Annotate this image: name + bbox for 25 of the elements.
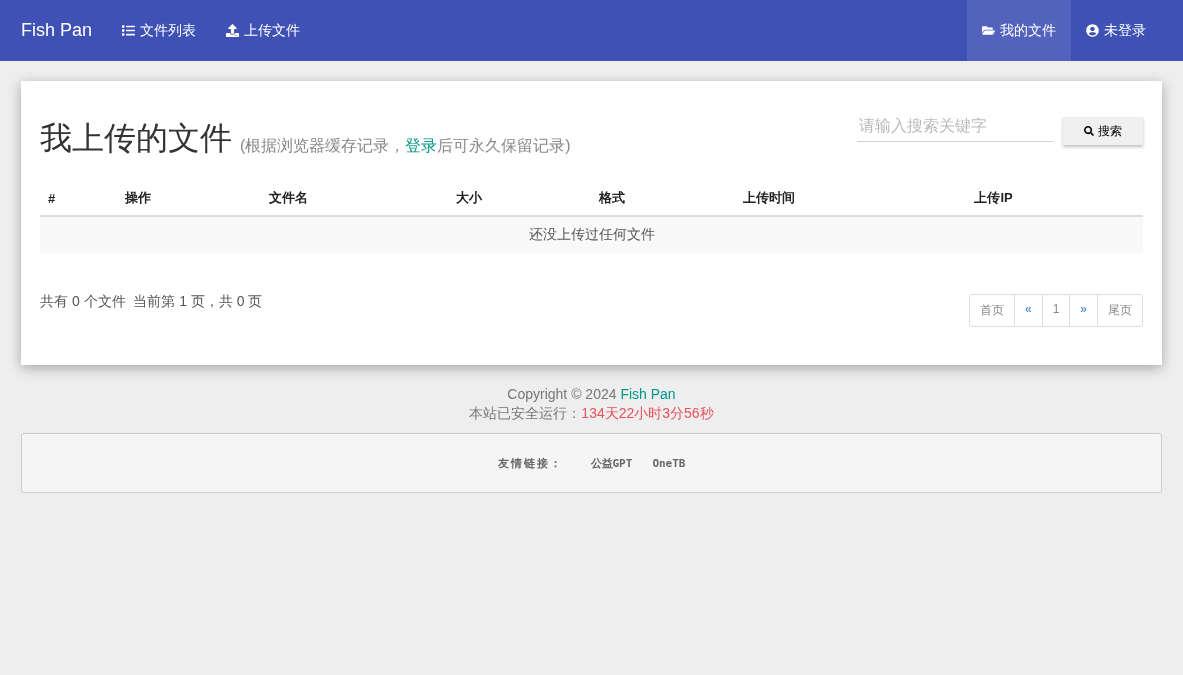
site-link[interactable]: Fish Pan <box>620 386 676 402</box>
search-icon <box>1084 126 1094 136</box>
search-field[interactable]: 请输入搜索关键字 <box>857 117 1053 142</box>
uptime-text: 本站已安全运行：134天22小时3分56秒 <box>469 405 714 423</box>
brand-link[interactable]: Fish Pan <box>21 0 93 61</box>
empty-message: 还没上传过任何文件 <box>40 216 1143 253</box>
nav-item[interactable]: 文件列表 <box>107 0 212 61</box>
nav-item[interactable]: 未登录 <box>1071 0 1161 61</box>
friend-link[interactable]: 公益GPT <box>590 455 633 471</box>
list-icon <box>122 24 136 37</box>
nav-item[interactable]: 我的文件 <box>967 0 1071 61</box>
nav-item[interactable]: 上传文件 <box>211 0 316 61</box>
summary-text: 共有 0 个文件 当前第 1 页，共 0 页 <box>40 293 263 311</box>
upload-icon <box>226 24 240 37</box>
login-link[interactable]: 登录 <box>405 137 438 154</box>
page-link[interactable]: » <box>1069 295 1097 326</box>
friend-link[interactable]: OneTB <box>652 456 686 470</box>
folder-icon <box>982 24 995 37</box>
search-button[interactable]: 搜索 <box>1063 117 1143 145</box>
user-icon <box>1086 24 1099 37</box>
page-link[interactable]: « <box>1013 295 1042 326</box>
copyright-text: Copyright © 2024 Fish Pan <box>507 386 676 402</box>
page-title: 我上传的文件 <box>40 119 232 158</box>
subtitle: (根据浏览器缓存记录，登录后可永久保留记录) <box>240 136 571 156</box>
friend-links-label: 友情链接： <box>497 455 563 471</box>
